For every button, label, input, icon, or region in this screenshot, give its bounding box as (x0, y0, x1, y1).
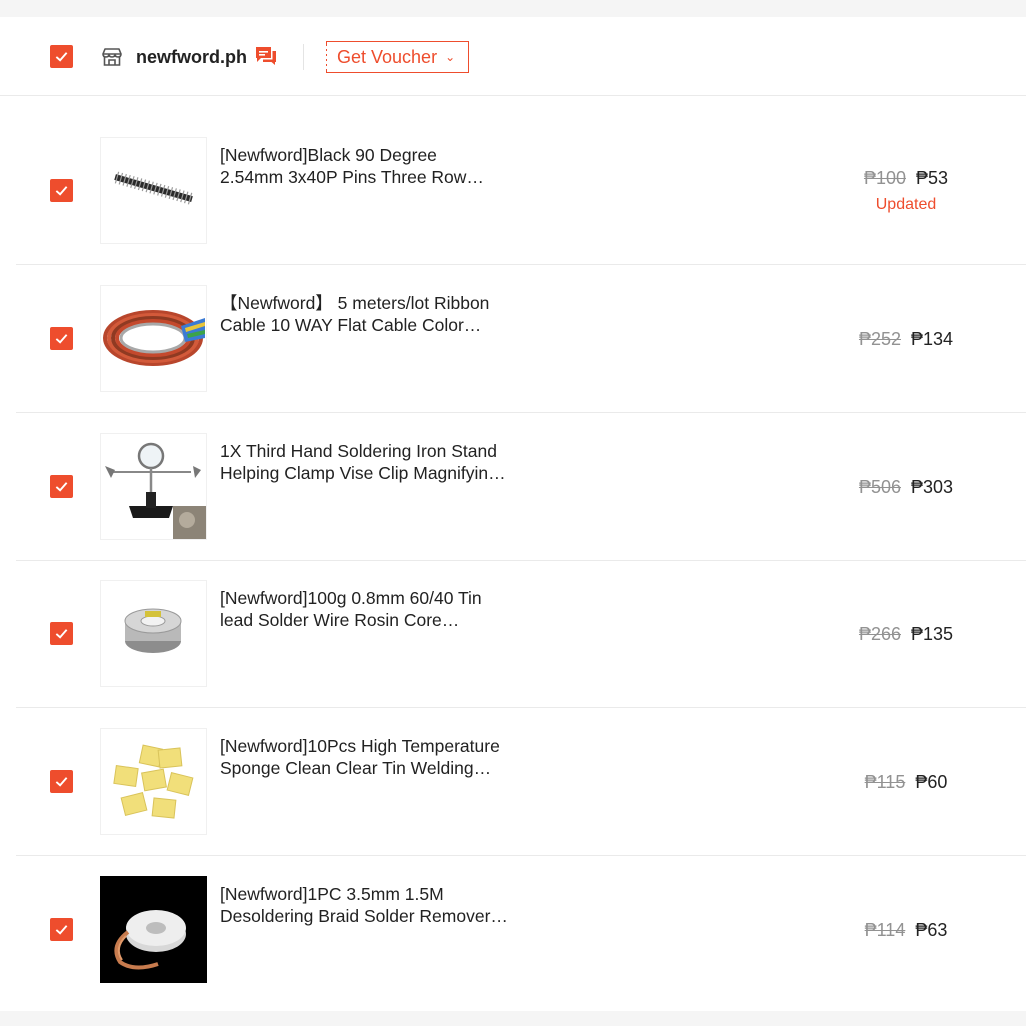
cart-item-row: [Newfword]10Pcs High Temperature Sponge … (16, 708, 1026, 856)
original-price: ₱252 (858, 329, 901, 349)
product-title-line: [Newfword]10Pcs High Temperature (220, 736, 500, 756)
product-title[interactable]: [Newfword]1PC 3.5mm 1.5M Desoldering Bra… (220, 884, 540, 927)
shop-cart-card: newfword.ph Get Voucher ⌄ [Newfword]Blac… (0, 17, 1026, 1011)
product-title-line: 【Newfword】 5 meters/lot Ribbon (220, 293, 490, 313)
shop-name[interactable]: newfword.ph (136, 45, 247, 69)
cart-item-row: [Newfword]100g 0.8mm 60/40 Tin lead Sold… (16, 560, 1026, 708)
checkmark-icon (55, 52, 68, 62)
product-title-line: Desoldering Braid Solder Remover… (220, 905, 508, 926)
product-image-pin-header[interactable] (100, 137, 207, 244)
item-select-checkbox[interactable] (50, 918, 73, 941)
get-voucher-button[interactable]: Get Voucher ⌄ (326, 41, 469, 73)
product-image-ribbon-cable[interactable] (100, 285, 207, 392)
cart-item-row: 【Newfword】 5 meters/lot Ribbon Cable 10 … (16, 265, 1026, 413)
shop-icon (102, 48, 122, 66)
voucher-label: Get Voucher (337, 46, 438, 67)
product-title-line: 2.54mm 3x40P Pins Three Row… (220, 166, 484, 187)
product-title-line: Cable 10 WAY Flat Cable Color… (220, 314, 482, 335)
chat-icon[interactable] (254, 44, 278, 68)
original-price: ₱100 (863, 168, 906, 188)
price-block: ₱100 ₱53 Updated (836, 166, 976, 216)
product-title[interactable]: [Newfword]100g 0.8mm 60/40 Tin lead Sold… (220, 588, 540, 631)
item-select-checkbox[interactable] (50, 179, 73, 202)
header-divider (303, 44, 304, 70)
product-title[interactable]: [Newfword]Black 90 Degree 2.54mm 3x40P P… (220, 145, 540, 188)
product-title-line: Sponge Clean Clear Tin Welding… (220, 757, 492, 778)
checkmark-icon (55, 777, 68, 787)
product-title[interactable]: 【Newfword】 5 meters/lot Ribbon Cable 10 … (220, 293, 540, 336)
price-block: ₱506 ₱303 (836, 475, 976, 499)
chevron-down-icon: ⌄ (445, 50, 456, 64)
original-price: ₱114 (864, 920, 906, 940)
original-price: ₱506 (858, 477, 901, 497)
product-image-third-hand[interactable] (100, 433, 207, 540)
product-image-desoldering-braid[interactable] (100, 876, 207, 983)
price-block: ₱115 ₱60 (836, 770, 976, 794)
item-select-checkbox[interactable] (50, 622, 73, 645)
shop-select-checkbox[interactable] (50, 45, 73, 68)
checkmark-icon (55, 925, 68, 935)
cart-item-row: [Newfword]1PC 3.5mm 1.5M Desoldering Bra… (16, 856, 1026, 1004)
current-price: ₱135 (911, 624, 954, 644)
price-block: ₱252 ₱134 (836, 327, 976, 351)
current-price: ₱63 (915, 920, 948, 940)
product-title-line: 1X Third Hand Soldering Iron Stand (220, 441, 497, 461)
price-block: ₱266 ₱135 (836, 622, 976, 646)
shop-header: newfword.ph Get Voucher ⌄ (0, 17, 1026, 96)
product-image-solder-wire[interactable] (100, 580, 207, 687)
current-price: ₱53 (916, 168, 949, 188)
item-select-checkbox[interactable] (50, 327, 73, 350)
product-title-line: [Newfword]Black 90 Degree (220, 145, 437, 165)
product-title-line: [Newfword]1PC 3.5mm 1.5M (220, 884, 444, 904)
current-price: ₱60 (915, 772, 948, 792)
cart-item-row: 1X Third Hand Soldering Iron Stand Helpi… (16, 413, 1026, 561)
product-title[interactable]: 1X Third Hand Soldering Iron Stand Helpi… (220, 441, 540, 484)
item-select-checkbox[interactable] (50, 475, 73, 498)
price-updated-label: Updated (875, 196, 937, 213)
checkmark-icon (55, 186, 68, 196)
current-price: ₱134 (911, 329, 954, 349)
product-title-line: Helping Clamp Vise Clip Magnifyin… (220, 462, 506, 483)
checkmark-icon (55, 482, 68, 492)
product-title[interactable]: [Newfword]10Pcs High Temperature Sponge … (220, 736, 540, 779)
checkmark-icon (55, 334, 68, 344)
price-block: ₱114 ₱63 (836, 918, 976, 942)
product-title-line: [Newfword]100g 0.8mm 60/40 Tin (220, 588, 482, 608)
current-price: ₱303 (911, 477, 954, 497)
product-title-line: lead Solder Wire Rosin Core… (220, 609, 460, 630)
product-image-sponge[interactable] (100, 728, 207, 835)
original-price: ₱266 (858, 624, 901, 644)
original-price: ₱115 (864, 772, 906, 792)
item-select-checkbox[interactable] (50, 770, 73, 793)
checkmark-icon (55, 629, 68, 639)
cart-item-row: [Newfword]Black 90 Degree 2.54mm 3x40P P… (16, 117, 1026, 265)
